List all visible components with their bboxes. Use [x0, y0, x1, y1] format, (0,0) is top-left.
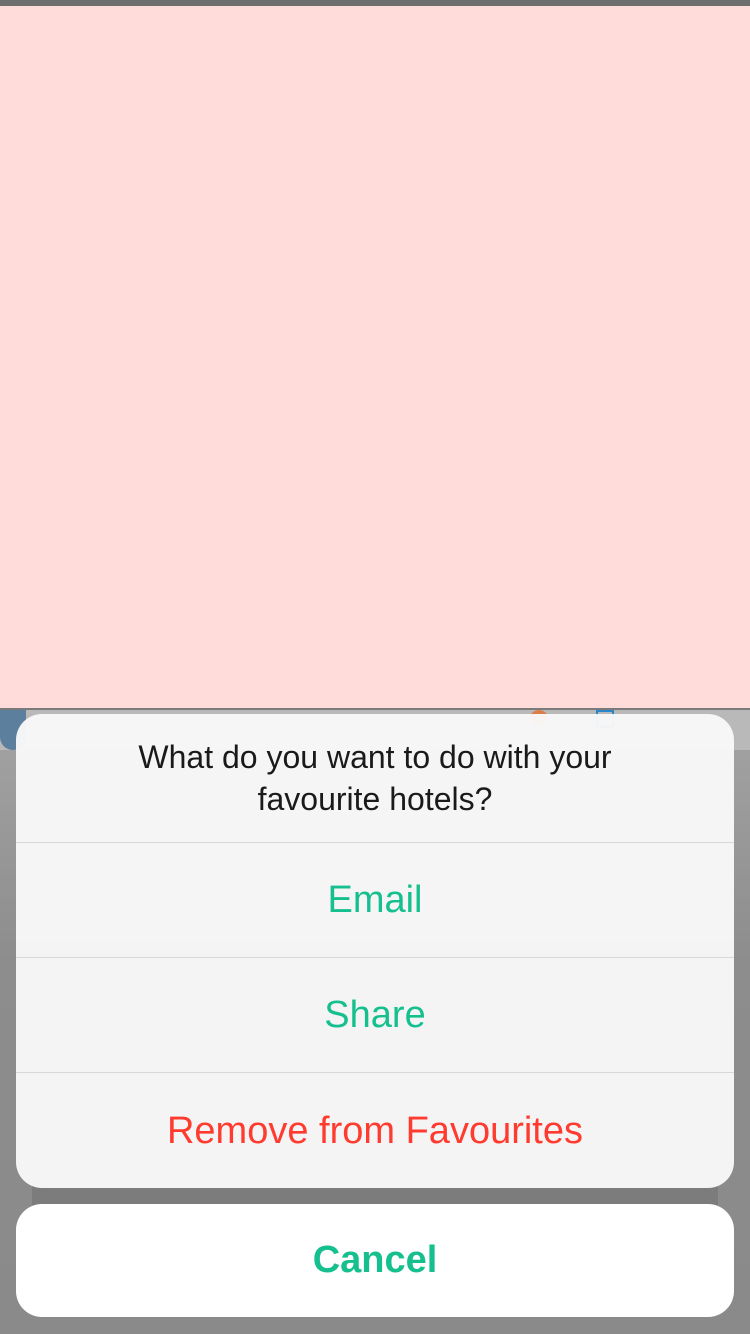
email-option-button[interactable]: Email: [16, 844, 734, 958]
remove-from-favourites-button[interactable]: Remove from Favourites: [16, 1074, 734, 1188]
cancel-button[interactable]: Cancel: [16, 1204, 734, 1317]
action-sheet: What do you want to do with your favouri…: [16, 714, 734, 1188]
content-placeholder: [0, 6, 750, 710]
app-screen: What do you want to do with your favouri…: [0, 0, 750, 1334]
action-sheet-title: What do you want to do with your favouri…: [16, 714, 734, 843]
share-option-button[interactable]: Share: [16, 959, 734, 1073]
